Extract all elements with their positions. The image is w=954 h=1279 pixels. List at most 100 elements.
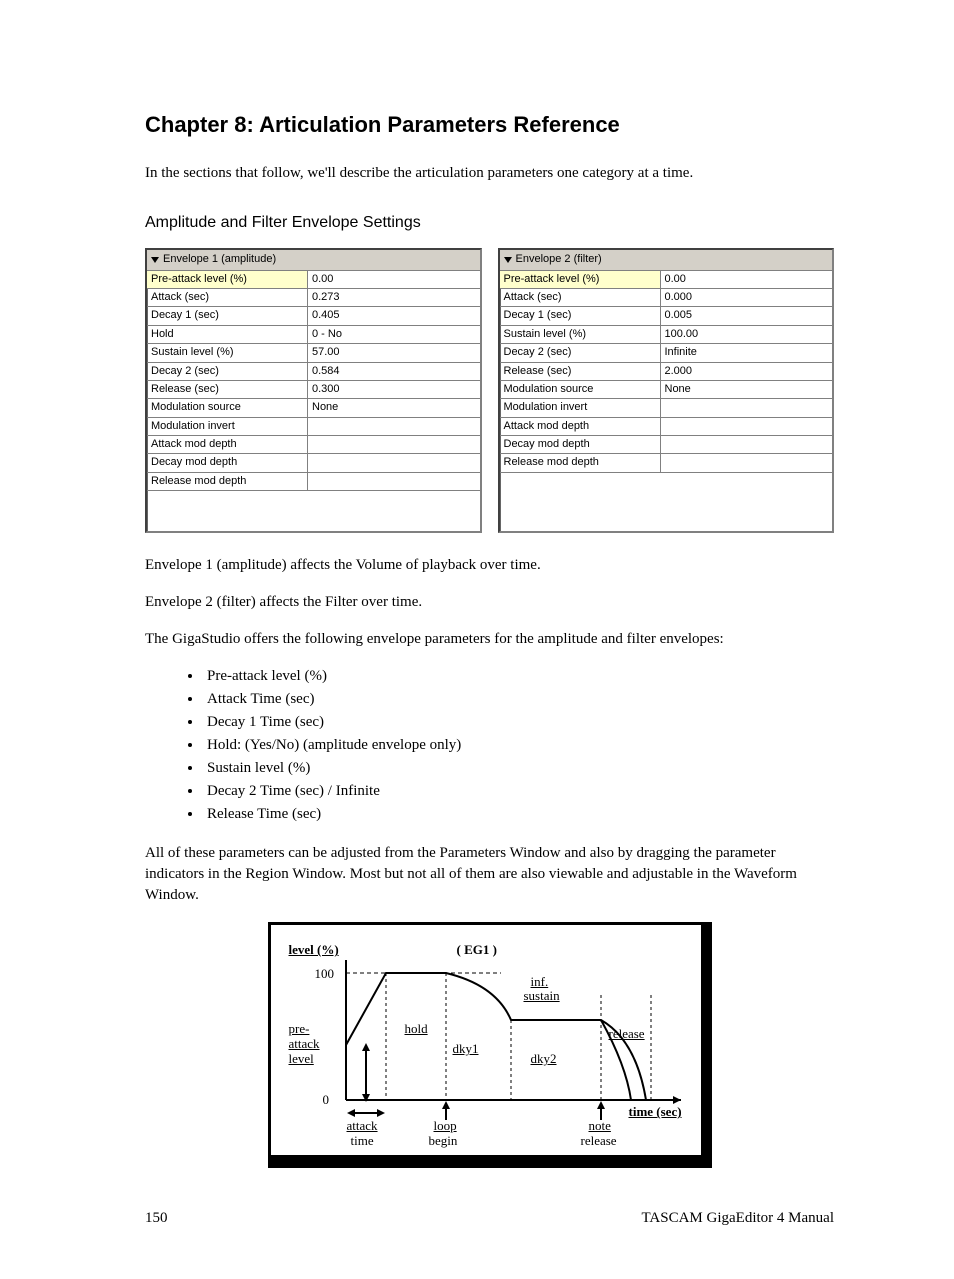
envelope1-header[interactable]: Envelope 1 (amplitude) — [147, 250, 480, 270]
parameter-row[interactable]: Release (sec)0.300 — [147, 381, 480, 399]
parameter-row[interactable]: Release mod depth — [500, 454, 833, 472]
diag-hold: hold — [405, 1020, 428, 1038]
parameter-row[interactable]: Attack mod depth — [500, 418, 833, 436]
parameter-value[interactable]: 0.000 — [661, 289, 833, 306]
parameter-row[interactable]: Decay 1 (sec)0.405 — [147, 307, 480, 325]
diag-time-sec: time (sec) — [629, 1103, 682, 1121]
parameter-name: Release mod depth — [147, 473, 308, 490]
diag-level-pct: level (%) — [289, 941, 339, 959]
parameter-value[interactable]: 2.000 — [661, 363, 833, 380]
diag-release-b: release — [581, 1132, 617, 1150]
parameter-value[interactable]: 100.00 — [661, 326, 833, 343]
parameter-name: Release (sec) — [500, 363, 661, 380]
list-intro-paragraph: The GigaStudio offers the following enve… — [145, 629, 834, 650]
parameter-row[interactable]: Attack mod depth — [147, 436, 480, 454]
parameter-value[interactable]: 0.405 — [308, 307, 480, 324]
parameter-value[interactable] — [661, 436, 833, 453]
parameter-value[interactable]: 0.005 — [661, 307, 833, 324]
parameter-name: Modulation invert — [500, 399, 661, 416]
parameter-row[interactable]: Modulation invert — [147, 418, 480, 436]
diag-begin: begin — [429, 1132, 458, 1150]
parameter-row[interactable]: Release (sec)2.000 — [500, 363, 833, 381]
section-title: Amplitude and Filter Envelope Settings — [145, 212, 834, 234]
diag-zero: 0 — [323, 1091, 330, 1109]
parameter-name: Release (sec) — [147, 381, 308, 398]
parameter-value[interactable]: 57.00 — [308, 344, 480, 361]
bullet-item: Pre-attack level (%) — [203, 666, 834, 687]
parameter-row[interactable]: Sustain level (%)100.00 — [500, 326, 833, 344]
parameter-value[interactable]: 0.00 — [308, 271, 480, 288]
parameter-name: Release mod depth — [500, 454, 661, 471]
parameter-value[interactable]: 0.00 — [661, 271, 833, 288]
parameter-row[interactable]: Attack (sec)0.000 — [500, 289, 833, 307]
parameter-name: Decay mod depth — [500, 436, 661, 453]
parameter-value[interactable]: None — [308, 399, 480, 416]
parameter-value[interactable] — [308, 436, 480, 453]
parameter-row[interactable]: Attack (sec)0.273 — [147, 289, 480, 307]
envelope2-header-label: Envelope 2 (filter) — [516, 252, 602, 267]
diag-eg1: ( EG1 ) — [457, 941, 497, 959]
envelope-diagram: level (%) ( EG1 ) 100 inf. sustain pre- … — [268, 922, 704, 1158]
page-number: 150 — [145, 1208, 168, 1229]
diag-sustain: sustain — [524, 987, 560, 1005]
parameter-value[interactable] — [308, 454, 480, 471]
parameter-row[interactable]: Modulation invert — [500, 399, 833, 417]
parameter-row[interactable]: Pre-attack level (%)0.00 — [147, 271, 480, 289]
parameter-name: Attack (sec) — [500, 289, 661, 306]
parameter-row[interactable]: Decay 2 (sec)0.584 — [147, 363, 480, 381]
parameter-value[interactable]: Infinite — [661, 344, 833, 361]
chapter-title: Chapter 8: Articulation Parameters Refer… — [145, 110, 834, 141]
envelope1-rows: Pre-attack level (%)0.00Attack (sec)0.27… — [147, 271, 480, 492]
parameter-value[interactable]: 0.273 — [308, 289, 480, 306]
parameter-name: Attack (sec) — [147, 289, 308, 306]
parameter-name: Pre-attack level (%) — [147, 271, 308, 288]
envelope2-header[interactable]: Envelope 2 (filter) — [500, 250, 833, 270]
parameter-name: Modulation source — [500, 381, 661, 398]
envelope1-panel: Envelope 1 (amplitude) Pre-attack level … — [145, 248, 482, 533]
parameter-name: Hold — [147, 326, 308, 343]
parameter-value[interactable] — [661, 454, 833, 471]
bullet-item: Release Time (sec) — [203, 804, 834, 825]
diag-release: release — [609, 1025, 645, 1043]
parameter-row[interactable]: Modulation sourceNone — [147, 399, 480, 417]
parameter-row[interactable]: Decay 1 (sec)0.005 — [500, 307, 833, 325]
parameter-value[interactable]: 0.300 — [308, 381, 480, 398]
parameter-bullets: Pre-attack level (%)Attack Time (sec)Dec… — [203, 666, 834, 825]
parameter-row[interactable]: Release mod depth — [147, 473, 480, 491]
parameter-name: Decay 1 (sec) — [500, 307, 661, 324]
bullet-item: Decay 2 Time (sec) / Infinite — [203, 781, 834, 802]
parameter-row[interactable]: Hold0 - No — [147, 326, 480, 344]
after-paragraph: All of these parameters can be adjusted … — [145, 843, 834, 906]
parameter-name: Decay mod depth — [147, 454, 308, 471]
parameter-value[interactable] — [308, 418, 480, 435]
collapse-icon[interactable] — [151, 257, 159, 263]
parameter-row[interactable]: Decay mod depth — [147, 454, 480, 472]
parameter-name: Decay 1 (sec) — [147, 307, 308, 324]
parameter-name: Modulation invert — [147, 418, 308, 435]
parameter-row[interactable]: Decay 2 (sec)Infinite — [500, 344, 833, 362]
parameter-name: Sustain level (%) — [500, 326, 661, 343]
parameter-value[interactable] — [661, 399, 833, 416]
parameter-row[interactable]: Sustain level (%)57.00 — [147, 344, 480, 362]
parameter-name: Attack mod depth — [500, 418, 661, 435]
diag-time-b: time — [351, 1132, 374, 1150]
parameter-row[interactable]: Pre-attack level (%)0.00 — [500, 271, 833, 289]
envelope2-panel: Envelope 2 (filter) Pre-attack level (%)… — [498, 248, 835, 533]
manual-title: TASCAM GigaEditor 4 Manual — [641, 1208, 834, 1229]
intro-paragraph: In the sections that follow, we'll descr… — [145, 163, 834, 184]
parameter-name: Attack mod depth — [147, 436, 308, 453]
bullet-item: Attack Time (sec) — [203, 689, 834, 710]
bullet-item: Decay 1 Time (sec) — [203, 712, 834, 733]
collapse-icon[interactable] — [504, 257, 512, 263]
parameter-row[interactable]: Decay mod depth — [500, 436, 833, 454]
parameter-value[interactable] — [661, 418, 833, 435]
parameter-row[interactable]: Modulation sourceNone — [500, 381, 833, 399]
parameter-value[interactable]: 0.584 — [308, 363, 480, 380]
bullet-item: Hold: (Yes/No) (amplitude envelope only) — [203, 735, 834, 756]
parameter-value[interactable]: None — [661, 381, 833, 398]
parameter-name: Sustain level (%) — [147, 344, 308, 361]
parameter-name: Pre-attack level (%) — [500, 271, 661, 288]
envelope1-header-label: Envelope 1 (amplitude) — [163, 252, 276, 267]
parameter-value[interactable]: 0 - No — [308, 326, 480, 343]
parameter-value[interactable] — [308, 473, 480, 490]
